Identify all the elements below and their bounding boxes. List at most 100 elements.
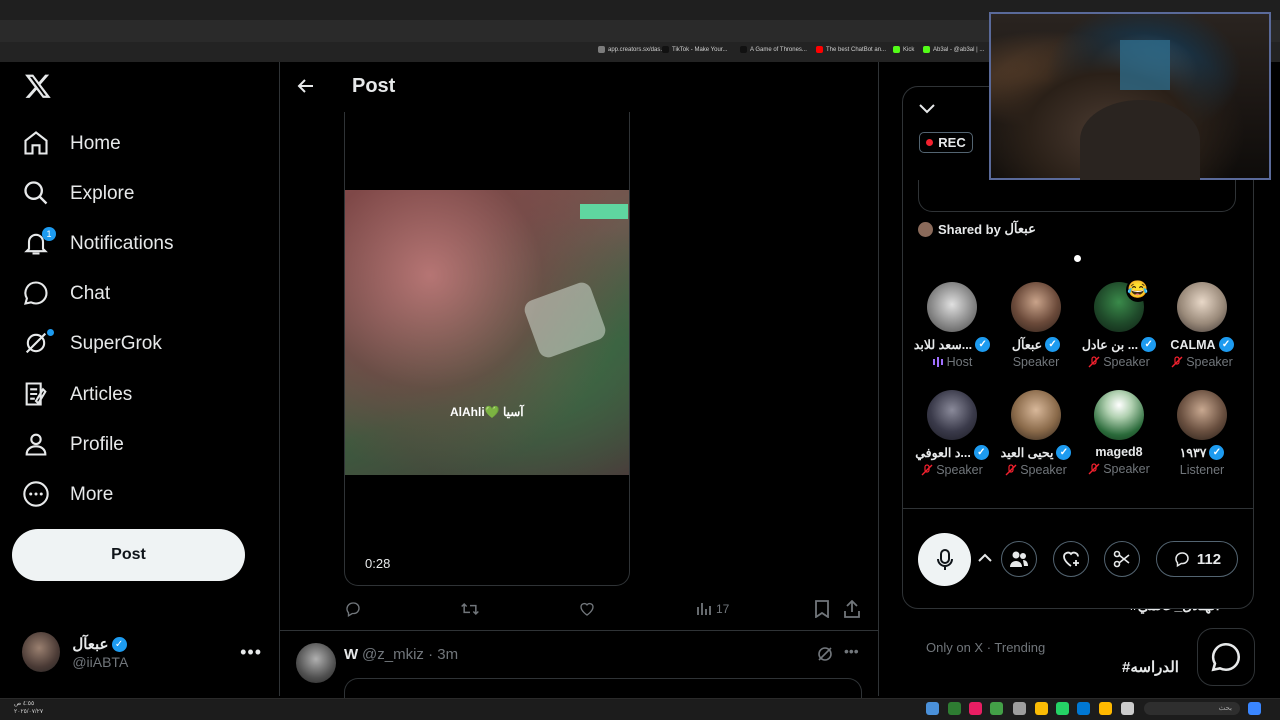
comments-button[interactable]: 112 (1156, 541, 1238, 577)
heart-icon (580, 602, 594, 616)
taskbar-app-icon[interactable] (1013, 702, 1026, 715)
articles-icon (22, 380, 52, 410)
home-icon (22, 129, 52, 159)
mic-muted-icon (921, 464, 933, 476)
taskbar-app-icon[interactable] (1121, 702, 1134, 715)
chevron-up-icon[interactable] (977, 550, 993, 566)
recording-indicator[interactable]: REC (919, 132, 973, 153)
nav-label: More (70, 484, 114, 505)
taskbar-search-input[interactable]: بحث (1144, 702, 1240, 715)
views-button[interactable]: 17 (696, 600, 729, 618)
space-participant[interactable]: عبعآل ✓ Speaker (994, 282, 1078, 369)
participant-name: maged8 (1095, 445, 1143, 459)
chrome-icon[interactable] (1035, 702, 1048, 715)
avatar[interactable] (296, 643, 336, 683)
bookmark-favicon-icon (598, 46, 605, 53)
nav-label: Chat (70, 283, 111, 304)
chevron-down-icon[interactable] (918, 102, 938, 118)
grok-icon[interactable] (816, 645, 834, 663)
taskbar-app-icon[interactable] (948, 702, 961, 715)
participant-name-row: يحيى العيد ✓ (994, 445, 1078, 460)
nav-item-notifications[interactable]: 1 Notifications (22, 224, 174, 264)
mic-muted-icon (1171, 356, 1183, 368)
shared-by-name[interactable]: عبعآل (1004, 221, 1035, 237)
participant-role: Speaker (1020, 463, 1067, 477)
repost-button[interactable] (460, 600, 480, 618)
like-button[interactable] (578, 600, 596, 618)
space-participant[interactable]: 😂 بن عادل ... ✓ Speaker (1077, 278, 1161, 369)
taskbar-clock[interactable]: ٤:٥٥ ص ٢٠٢٥/٠٧/٢٧ (14, 700, 43, 716)
record-dot-icon (926, 139, 934, 146)
video-caption: AlAhli💚 آسيا (450, 405, 524, 419)
space-participant[interactable]: سعد للابد... ✓ Host (910, 282, 994, 369)
clock-time: ٤:٥٥ ص (14, 701, 35, 707)
back-arrow-icon[interactable] (296, 76, 316, 96)
space-participant[interactable]: يحيى العيد ✓ Speaker (994, 390, 1078, 477)
webcam-background-window (1120, 40, 1170, 90)
search-icon (22, 179, 52, 209)
chat-icon (22, 279, 52, 309)
mic-muted-icon (1005, 464, 1017, 476)
taskbar-app-icon[interactable] (990, 702, 1003, 715)
nav-label: Notifications (70, 233, 174, 254)
notification-count-badge: 1 (42, 227, 56, 241)
space-post-card[interactable] (918, 180, 1236, 212)
more-dots-icon[interactable]: ••• (844, 643, 859, 659)
space-participant[interactable]: CALMA ✓ Speaker (1160, 282, 1244, 369)
participant-role: Speaker (1012, 355, 1060, 369)
verified-badge-icon: ✓ (1141, 337, 1157, 352)
clip-button[interactable] (1104, 541, 1140, 577)
folder-icon[interactable] (1099, 702, 1112, 715)
reply-author-name[interactable]: W (344, 646, 358, 663)
bookmark-item[interactable]: app.creators.sx/das... (598, 46, 665, 53)
trend-item[interactable]: #الدراسه (1122, 658, 1179, 676)
bookmark-item[interactable]: TikTok - Make Your... (662, 46, 727, 53)
bookmark-label: TikTok - Make Your... (672, 47, 728, 54)
participant-role-row: Speaker (910, 463, 994, 477)
page-title: Post (352, 75, 396, 97)
nav-item-chat[interactable]: Chat (22, 274, 110, 314)
nav-item-supergrok[interactable]: SuperGrok (22, 324, 162, 364)
taskbar-app-icon[interactable] (969, 702, 982, 715)
taskbar-app-icon[interactable] (926, 702, 939, 715)
account-switcher[interactable]: عبعآل ✓ @iiABTA ••• (22, 630, 262, 674)
reaction-button[interactable] (1053, 541, 1089, 577)
microphone-button[interactable] (918, 533, 971, 586)
x-logo-icon[interactable] (24, 72, 54, 104)
space-participant[interactable]: maged8 Speaker (1077, 390, 1161, 476)
people-icon (1010, 551, 1028, 567)
bookmark-item[interactable]: The best ChatBot an... (816, 46, 886, 53)
avatar (1011, 390, 1061, 440)
participant-name-row: بن عادل ... ✓ (1077, 337, 1161, 352)
bookmark-item[interactable]: A Game of Thrones... (740, 46, 807, 53)
nav-item-profile[interactable]: Profile (22, 425, 124, 465)
nav-label: Home (70, 133, 121, 154)
bookmark-item[interactable]: Kick (893, 46, 914, 53)
windows-start-icon[interactable] (1248, 702, 1261, 715)
whatsapp-icon[interactable] (1056, 702, 1069, 715)
nav-item-more[interactable]: More (22, 475, 113, 515)
avatar (1177, 390, 1227, 440)
views-icon (697, 603, 711, 615)
people-button[interactable] (1001, 541, 1037, 577)
taskbar-app-icon[interactable] (1077, 702, 1090, 715)
verified-badge-icon: ✓ (1218, 337, 1234, 352)
space-participant[interactable]: د العوفي... ✓ Speaker (910, 390, 994, 477)
more-dots-icon[interactable]: ••• (240, 642, 262, 663)
share-button[interactable] (844, 600, 860, 618)
nav-item-articles[interactable]: Articles (22, 375, 132, 415)
chat-fab-button[interactable] (1197, 628, 1255, 686)
bookmark-button[interactable] (814, 600, 830, 618)
chat-bubble-icon (1211, 642, 1241, 672)
unread-dot (47, 329, 54, 336)
bookmark-item[interactable]: Ab3al - @ab3al | ... (923, 46, 984, 53)
participant-role-row: Listener (1160, 463, 1244, 477)
reply-handle-time[interactable]: @z_mkiz · 3m (362, 646, 458, 663)
post-button[interactable]: Post (12, 529, 245, 581)
nav-item-home[interactable]: Home (22, 124, 121, 164)
space-participant[interactable]: ١٩٣٧ ✓ Listener (1160, 390, 1244, 477)
verified-badge-icon: ✓ (111, 636, 127, 652)
nav-item-explore[interactable]: Explore (22, 174, 134, 214)
reply-button[interactable] (344, 600, 362, 618)
participant-role-row: Speaker (994, 463, 1078, 477)
